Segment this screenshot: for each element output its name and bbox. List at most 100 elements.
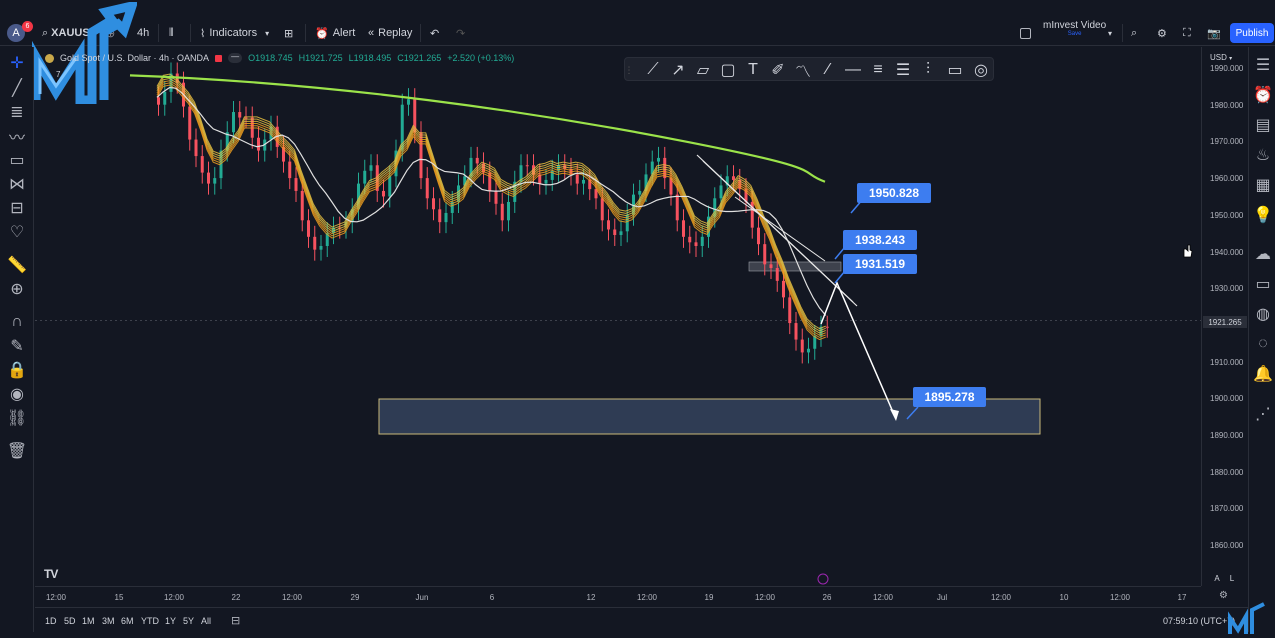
fav-tool-3[interactable]: ▱	[693, 60, 713, 80]
layout-checkbox[interactable]	[1020, 22, 1031, 44]
time-tick-label: 12:00	[872, 593, 894, 602]
fullscreen-button[interactable]: ⛶	[1183, 22, 1191, 44]
redo-button[interactable]: ↷	[456, 22, 465, 44]
calendar-button[interactable]: ▦	[1253, 175, 1273, 195]
ray-icon: ⁄	[826, 61, 830, 78]
price-callout-3[interactable]: 1931.519	[843, 254, 917, 274]
watchlist-button[interactable]: ☰	[1253, 55, 1273, 75]
price-chart[interactable]	[35, 47, 1201, 586]
alert-button[interactable]: ⏰ Alert	[315, 22, 355, 44]
text-tool[interactable]: ▭	[7, 150, 27, 170]
fav-tool-7[interactable]: 〽	[793, 60, 813, 81]
fav-tool-4[interactable]: ▢	[718, 60, 738, 80]
publish-button[interactable]: Publish	[1230, 23, 1274, 43]
chat-button[interactable]: ▭	[1253, 274, 1273, 294]
channel-icon: ≡	[873, 61, 883, 78]
log-scale-button[interactable]: L	[1226, 572, 1238, 584]
measure-tool[interactable]: ⋈	[7, 174, 27, 194]
price-tick-label: 1870.000	[1210, 504, 1244, 514]
range-1d-button[interactable]: 1D	[45, 616, 57, 626]
ticker-icon: 🔔	[1253, 366, 1273, 383]
layout-dropdown[interactable]: ▾	[1108, 22, 1112, 44]
eye-icon: ◉	[10, 386, 24, 403]
fav-tool-2[interactable]: ↗	[668, 60, 688, 80]
notifications-button[interactable]: ◌	[1253, 334, 1273, 354]
chart-pane[interactable]	[35, 47, 1201, 586]
rewind-icon: «	[368, 27, 375, 39]
interval-button[interactable]: 4h	[137, 22, 149, 44]
lock-tool[interactable]: 🔒	[7, 360, 27, 380]
fav-tool-6[interactable]: ✐	[768, 60, 788, 80]
tradingview-logo[interactable]: TV	[44, 567, 58, 581]
drawing-toolbar: ✛ ╱ ≣ 〰 ▭ ⋈ ⊟ ♡ 📏 ⊕ ∩ ✎ 🔒 ◉ ⛓ 🗑	[0, 47, 34, 632]
range-1y-button[interactable]: 1Y	[165, 616, 176, 626]
range-6m-button[interactable]: 6M	[121, 616, 134, 626]
fib-tool[interactable]: ≣	[7, 102, 27, 122]
auto-scale-button[interactable]: A	[1211, 572, 1223, 584]
fav-tool-1[interactable]: ⟋	[643, 60, 663, 80]
news-button[interactable]: ▤	[1253, 115, 1273, 135]
fav-tool-8[interactable]: ⁄	[818, 60, 838, 80]
remove-tool[interactable]: 🗑	[7, 441, 27, 461]
clock-timezone[interactable]: 07:59:10 (UTC+7)	[1163, 616, 1235, 626]
price-callout-1[interactable]: 1950.828	[857, 183, 931, 203]
magnet-tool[interactable]: ∩	[7, 312, 27, 332]
quick-search-button[interactable]: ⌕	[1131, 22, 1137, 44]
pine-button[interactable]: ◍	[1253, 304, 1273, 324]
fav-tool-12[interactable]: ⫶	[918, 60, 938, 80]
range-3m-button[interactable]: 3M	[102, 616, 115, 626]
range-ytd-button[interactable]: YTD	[141, 616, 159, 626]
price-callout-2[interactable]: 1938.243	[843, 230, 917, 250]
time-axis-settings[interactable]: ⚙	[1219, 590, 1228, 601]
price-axis[interactable]: USD ▾ 1990.000 1980.000 1970.000 1960.000 19…	[1201, 47, 1248, 586]
indicator-count[interactable]: 7	[56, 70, 60, 79]
range-all-button[interactable]: All	[201, 616, 211, 626]
candle-body	[407, 99, 410, 105]
legend-menu-icon[interactable]: —	[228, 53, 243, 63]
sync-tool[interactable]: ⛓	[7, 408, 27, 428]
layout-name-button[interactable]: mInvest Video Save	[1043, 20, 1106, 42]
hide-tool[interactable]: ◉	[7, 384, 27, 404]
layouts-button[interactable]: ⊞	[284, 22, 293, 44]
time-tick-label: 19	[704, 593, 714, 602]
fav-tool-9[interactable]: —	[843, 60, 863, 80]
pattern-tool[interactable]: 〰	[7, 126, 27, 147]
time-tick-label: 12	[586, 593, 596, 602]
snapshot-button[interactable]: 📷	[1207, 22, 1221, 44]
alerts-icon: ⏰	[1253, 87, 1273, 104]
fullscreen-icon: ⛶	[1183, 26, 1191, 39]
indicators-button[interactable]: ⌇ Indicators ▾	[200, 22, 269, 44]
fav-tool-14[interactable]: ◎	[971, 60, 991, 80]
chart-type-button[interactable]: ⫴	[169, 22, 174, 44]
crosshair-tool[interactable]: ✛	[7, 53, 27, 73]
fav-tool-5[interactable]: T	[743, 60, 763, 80]
currency-label[interactable]: USD ▾	[1210, 53, 1232, 62]
favorites-tool[interactable]: ♡	[7, 222, 27, 242]
ticker-button[interactable]: 🔔	[1253, 364, 1273, 384]
replay-button[interactable]: « Replay	[368, 22, 412, 44]
forecast-tool[interactable]: ⊟	[7, 198, 27, 218]
fav-tool-13[interactable]: ▭	[945, 60, 965, 80]
fav-tool-11[interactable]: ☰	[893, 60, 913, 80]
settings-button[interactable]: ⚙	[1157, 22, 1167, 44]
price-callout-4[interactable]: 1895.278	[913, 387, 986, 407]
trendline-tool[interactable]: ╱	[7, 78, 27, 98]
hotlist-button[interactable]: ♨	[1253, 145, 1273, 165]
range-5y-button[interactable]: 5Y	[183, 616, 194, 626]
candle-body	[300, 190, 304, 221]
candle-body	[600, 198, 604, 221]
time-axis[interactable]: 12:00 15 12:00 22 12:00 29 Jun 6 12 12:00 19 12:00 2…	[35, 586, 1228, 606]
ideas-button[interactable]: 💡	[1253, 205, 1273, 225]
range-5d-button[interactable]: 5D	[64, 616, 76, 626]
undo-button[interactable]: ↶	[430, 22, 439, 44]
drag-handle[interactable]: ⋮	[625, 60, 634, 80]
ruler-tool[interactable]: 📏	[7, 255, 27, 275]
range-1m-button[interactable]: 1M	[82, 616, 95, 626]
streams-button[interactable]: ☁	[1253, 244, 1273, 264]
fav-tool-10[interactable]: ≡	[868, 60, 888, 80]
stay-drawing-tool[interactable]: ✎	[7, 336, 27, 356]
pattern-recognition-button[interactable]: ⋰	[1253, 404, 1273, 424]
goto-date-button[interactable]: ⊟	[231, 614, 240, 627]
alerts-button[interactable]: ⏰	[1253, 85, 1273, 105]
zoom-tool[interactable]: ⊕	[7, 279, 27, 299]
